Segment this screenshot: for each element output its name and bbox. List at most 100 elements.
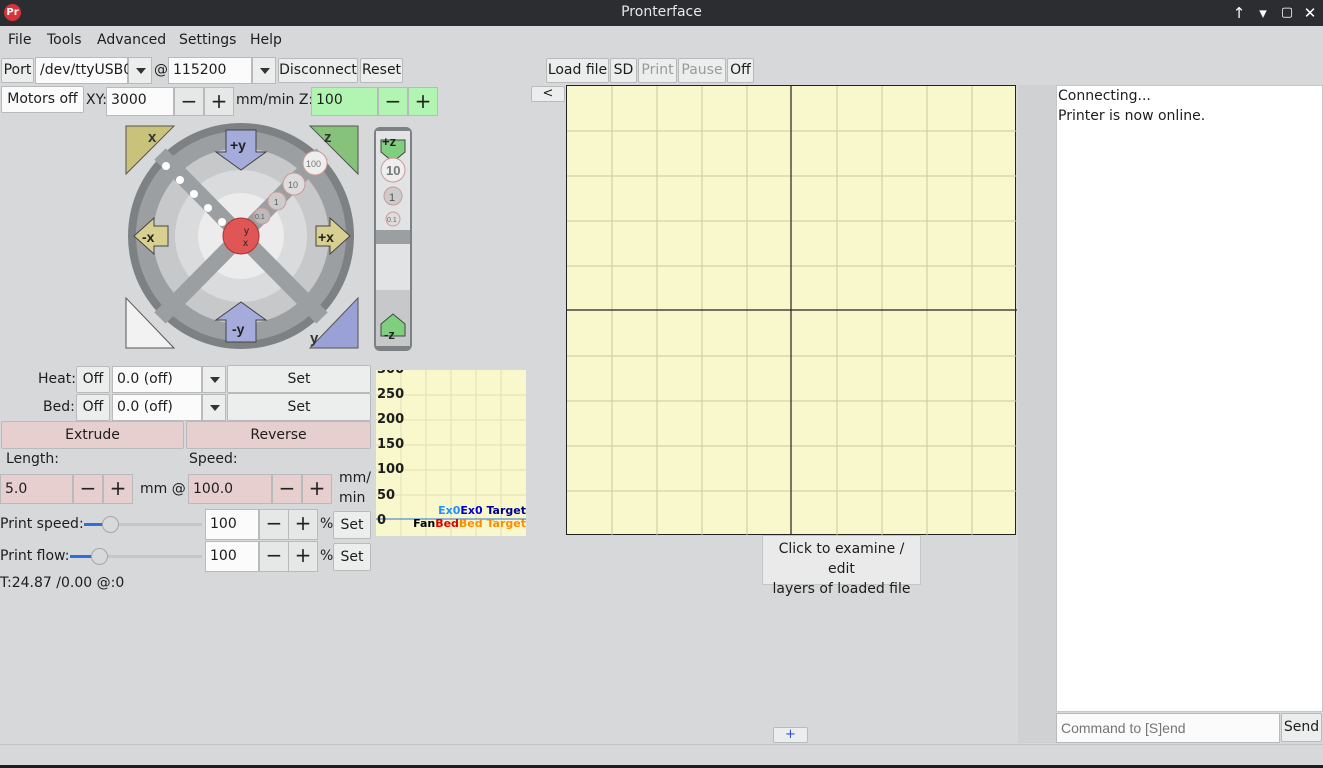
tooltip-line2: layers of loaded file bbox=[772, 581, 911, 597]
reverse-button[interactable]: Reverse bbox=[186, 421, 371, 449]
tooltip-line1: Click to examine / edit bbox=[778, 541, 905, 577]
speed-decrement-button[interactable]: − bbox=[272, 474, 302, 504]
length-field[interactable]: 5.0 bbox=[0, 474, 73, 504]
bed-dropdown-icon[interactable] bbox=[202, 394, 226, 421]
heat-dropdown-icon[interactable] bbox=[202, 366, 226, 393]
print-speed-decrement-button[interactable]: − bbox=[259, 509, 289, 540]
home-y-label: y bbox=[310, 330, 319, 347]
z-jog-control[interactable]: +z -z 10 1 0.1 bbox=[373, 126, 413, 352]
print-button[interactable]: Print bbox=[638, 58, 677, 83]
prev-layer-button[interactable]: < bbox=[531, 86, 565, 102]
home-x-label: x bbox=[148, 129, 157, 146]
print-flow-slider[interactable] bbox=[70, 546, 202, 566]
menu-advanced[interactable]: Advanced bbox=[97, 32, 166, 48]
speed-increment-button[interactable]: + bbox=[302, 474, 332, 504]
add-viewer-button[interactable]: + bbox=[773, 727, 808, 743]
print-flow-field[interactable]: 100 bbox=[205, 541, 259, 572]
preview-grid-lines bbox=[567, 86, 1017, 536]
minus-y-label: -y bbox=[232, 321, 245, 337]
viewer-side-column bbox=[1018, 85, 1056, 743]
temperature-graph[interactable]: 300 250 200 150 100 50 0 Ex0Ex0 Target F… bbox=[376, 370, 526, 536]
center-button[interactable] bbox=[222, 217, 260, 255]
length-decrement-button[interactable]: − bbox=[73, 474, 103, 504]
length-increment-button[interactable]: + bbox=[103, 474, 133, 504]
legend-bed-2: Bed bbox=[458, 517, 483, 530]
print-preview-grid[interactable] bbox=[566, 85, 1017, 536]
legend-bed: Bed bbox=[435, 517, 459, 530]
pause-button[interactable]: Pause bbox=[678, 58, 726, 83]
window-title: Pronterface bbox=[621, 4, 702, 20]
z-increment-button[interactable]: + bbox=[408, 87, 438, 116]
z-feedrate-field[interactable]: 100 bbox=[311, 87, 378, 116]
load-file-button[interactable]: Load file bbox=[546, 58, 609, 83]
maximize-icon[interactable]: ▢ bbox=[1276, 2, 1298, 24]
port-field[interactable]: /dev/ttyUSB0 bbox=[35, 57, 132, 84]
plus-y-label: +y bbox=[230, 137, 246, 153]
step-1-label: 1 bbox=[274, 198, 279, 207]
bed-temp-field[interactable]: 0.0 (off) bbox=[112, 394, 202, 421]
port-button[interactable]: Port bbox=[1, 58, 34, 83]
console-log[interactable]: Connecting... Printer is now online. bbox=[1056, 85, 1323, 712]
print-flow-set-button[interactable]: Set bbox=[333, 543, 371, 571]
command-input[interactable] bbox=[1056, 713, 1280, 743]
print-flow-decrement-button[interactable]: − bbox=[259, 541, 289, 572]
disconnect-button[interactable]: Disconnect bbox=[278, 58, 358, 83]
menu-help[interactable]: Help bbox=[250, 32, 282, 48]
baud-dropdown-icon[interactable] bbox=[252, 57, 276, 84]
extrude-speed-field[interactable]: 100.0 bbox=[188, 474, 272, 504]
minimize-icon[interactable]: ▾ bbox=[1252, 2, 1274, 24]
temp-legend-row1: Ex0Ex0 Target bbox=[438, 504, 526, 517]
step-10-label: 10 bbox=[288, 180, 298, 190]
keep-above-icon[interactable]: ↑ bbox=[1228, 2, 1250, 24]
port-dropdown-icon[interactable] bbox=[128, 57, 152, 84]
plus-z-label: +z bbox=[382, 134, 397, 149]
print-speed-set-button[interactable]: Set bbox=[333, 511, 371, 539]
mm-min-z-label: mm/min Z: bbox=[236, 92, 314, 108]
xy-decrement-button[interactable]: − bbox=[174, 87, 204, 116]
motors-off-button[interactable]: Motors off bbox=[1, 86, 84, 113]
bed-off-button[interactable]: Off bbox=[76, 394, 110, 421]
off-button[interactable]: Off bbox=[727, 58, 754, 83]
xy-jog-control[interactable]: x z y +y -y -x +x 100 10 1 0.1 y x bbox=[122, 122, 362, 354]
minus-x-label: -x bbox=[142, 229, 155, 245]
temp-tick-100: 100 bbox=[377, 462, 405, 477]
sd-button[interactable]: SD bbox=[610, 58, 637, 83]
xy-feedrate-field[interactable]: 3000 bbox=[106, 87, 174, 116]
print-speed-field[interactable]: 100 bbox=[205, 509, 259, 540]
reset-button[interactable]: Reset bbox=[360, 58, 403, 83]
status-temperature-text: T:24.87 /0.00 @:0 bbox=[0, 575, 125, 591]
extrude-button[interactable]: Extrude bbox=[1, 421, 184, 449]
temp-legend-row2: FanBedBed Target bbox=[413, 517, 526, 530]
z-step-10-label: 10 bbox=[386, 163, 400, 178]
heat-temp-field[interactable]: 0.0 (off) bbox=[112, 366, 202, 393]
step-0-1-label: 0.1 bbox=[255, 214, 265, 221]
xy-increment-button[interactable]: + bbox=[204, 87, 234, 116]
legend-ex0-target: Target bbox=[482, 504, 526, 517]
close-icon[interactable]: ✕ bbox=[1299, 2, 1321, 24]
temp-tick-150: 150 bbox=[377, 437, 405, 452]
heat-off-button[interactable]: Off bbox=[76, 366, 110, 393]
minus-z-label: -z bbox=[384, 327, 395, 342]
center-y-label: y bbox=[244, 226, 249, 237]
menu-file[interactable]: File bbox=[8, 32, 31, 48]
mm-min-unit-line1: mm/ bbox=[339, 470, 371, 486]
menu-tools[interactable]: Tools bbox=[47, 32, 82, 48]
print-speed-increment-button[interactable]: + bbox=[288, 509, 318, 540]
menu-bar: File Tools Advanced Settings Help bbox=[0, 26, 1323, 56]
bed-set-button[interactable]: Set bbox=[227, 393, 371, 421]
speed-label: Speed: bbox=[189, 451, 238, 467]
mm-at-label: mm @ bbox=[140, 481, 186, 497]
heat-set-button[interactable]: Set bbox=[227, 365, 371, 393]
z-decrement-button[interactable]: − bbox=[378, 87, 408, 116]
print-flow-increment-button[interactable]: + bbox=[288, 541, 318, 572]
send-button[interactable]: Send bbox=[1281, 713, 1322, 742]
print-flow-label: Print flow: bbox=[0, 548, 70, 564]
baud-field[interactable]: 115200 bbox=[168, 57, 252, 84]
mm-min-unit-line2: min bbox=[339, 490, 366, 506]
z-step-1-label: 1 bbox=[389, 192, 395, 204]
menu-settings[interactable]: Settings bbox=[179, 32, 236, 48]
xy-label: XY: bbox=[86, 92, 107, 108]
print-speed-slider[interactable] bbox=[84, 514, 202, 534]
bed-label: Bed: bbox=[43, 399, 75, 415]
length-label: Length: bbox=[6, 451, 60, 467]
